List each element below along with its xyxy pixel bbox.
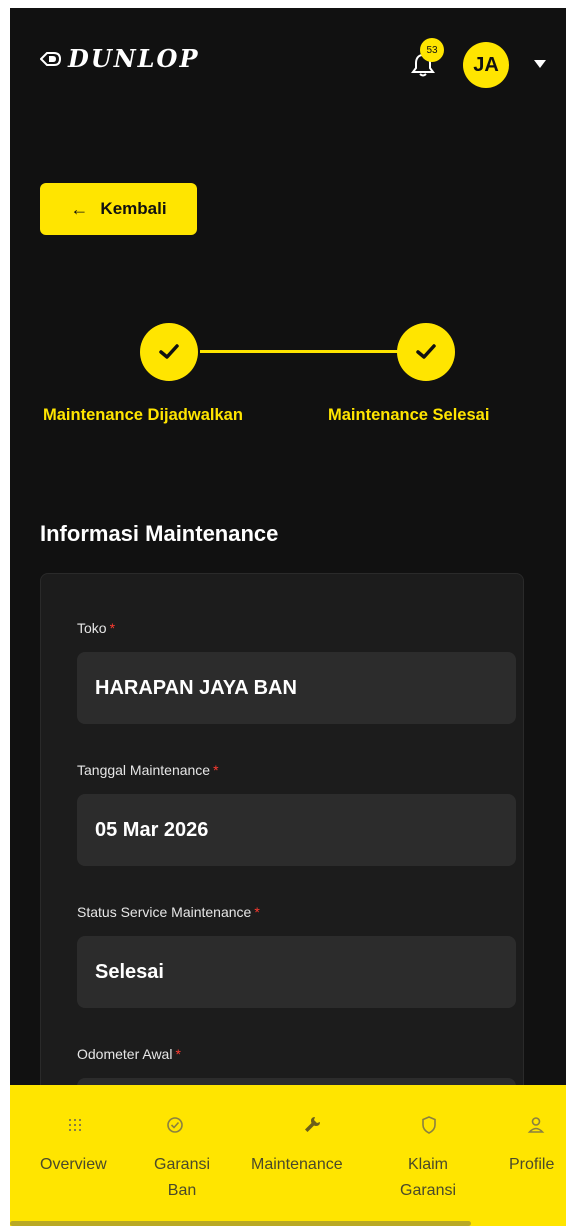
nav-label-klaim-garansi: Klaim Garansi [400, 1156, 457, 1199]
nav-label-overview: Overview [40, 1156, 107, 1173]
progress-stepper: Maintenance Dijadwalkan Maintenance Sele… [10, 313, 566, 443]
dunlop-flying-d-icon [40, 51, 62, 66]
step-2-label: Maintenance Selesai [328, 406, 490, 424]
nav-label-maintenance: Maintenance [251, 1156, 343, 1173]
checkmark-icon [416, 344, 436, 359]
checkmark-icon [159, 344, 179, 359]
status-service-field[interactable]: Selesai [77, 936, 516, 1008]
notification-count-badge: 53 [420, 38, 444, 62]
step-1-label: Maintenance Dijadwalkan [43, 406, 243, 424]
back-button[interactable]: ← Kembali [40, 183, 197, 235]
chevron-down-icon[interactable] [534, 60, 546, 68]
user-icon [527, 1117, 545, 1133]
nav-item-garansi-ban[interactable]: Garansi Ban [140, 1085, 210, 1226]
toko-field[interactable]: HARAPAN JAYA BAN [77, 652, 516, 724]
nav-item-maintenance[interactable]: Maintenance [245, 1085, 375, 1226]
home-indicator [10, 1221, 471, 1226]
required-mark: * [254, 904, 260, 920]
required-mark: * [109, 620, 116, 636]
required-mark: * [213, 762, 219, 778]
status-service-label: Status Service Maintenance * [77, 904, 260, 920]
tanggal-maintenance-label: Tanggal Maintenance * [77, 762, 219, 778]
toko-label-text: Toko [77, 620, 107, 636]
nav-item-overview[interactable]: Overview [30, 1085, 120, 1226]
arrow-left-icon: ← [70, 198, 89, 219]
top-bar: DUNLOP 53 JA [10, 8, 566, 118]
odometer-awal-label: Odometer Awal * [77, 1046, 181, 1062]
back-button-label: Kembali [100, 199, 167, 218]
required-mark: * [175, 1046, 181, 1062]
status-service-label-text: Status Service Maintenance [77, 904, 252, 920]
tanggal-maintenance-label-text: Tanggal Maintenance [77, 762, 211, 778]
check-circle-icon [167, 1117, 183, 1133]
section-title: Informasi Maintenance [40, 521, 279, 546]
nav-label-garansi-ban: Garansi Ban [154, 1156, 211, 1199]
app-screen: DUNLOP 53 JA ← Kembali Maintenance Dijad… [10, 8, 566, 1226]
odometer-awal-label-text: Odometer Awal [77, 1046, 173, 1062]
shield-icon [422, 1116, 436, 1134]
nav-item-klaim-garansi[interactable]: Klaim Garansi [394, 1085, 464, 1226]
dunlop-logo[interactable]: DUNLOP [40, 44, 200, 73]
nav-label-profile: Profile [509, 1156, 555, 1173]
logo-text: DUNLOP [68, 44, 200, 73]
user-avatar[interactable]: JA [463, 42, 509, 88]
nav-item-profile[interactable]: Profile [506, 1085, 566, 1226]
step-1-complete [140, 323, 198, 381]
step-2-complete [397, 323, 455, 381]
wrench-icon [305, 1117, 320, 1132]
stepper-connector [200, 350, 400, 353]
grid-icon [69, 1119, 81, 1131]
bottom-navigation: Overview Garansi Ban Maintenance Klaim G… [10, 1085, 566, 1226]
tanggal-maintenance-field[interactable]: 05 Mar 2026 [77, 794, 516, 866]
toko-label: Toko * [77, 620, 115, 636]
